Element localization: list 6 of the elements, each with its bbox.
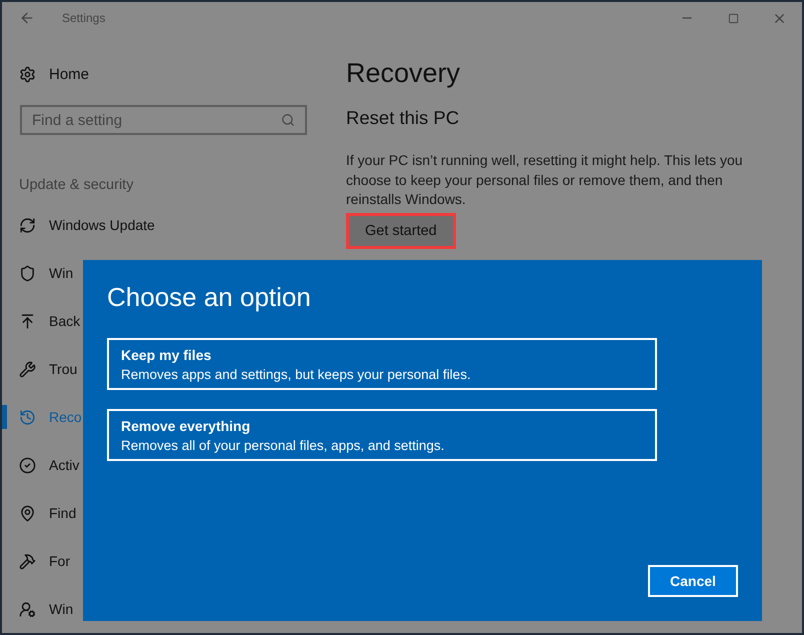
- page-title: Recovery: [346, 58, 460, 89]
- window-title: Settings: [62, 11, 106, 25]
- section-title: Reset this PC: [346, 107, 460, 129]
- dialog-title: Choose an option: [107, 282, 312, 313]
- section-heading: Update & security: [19, 177, 134, 193]
- description-text: If your PC isn’t running well, resetting it might help. This lets you choose to keep your personal files or remove them, and then reinstalls Windows.: [346, 151, 744, 209]
